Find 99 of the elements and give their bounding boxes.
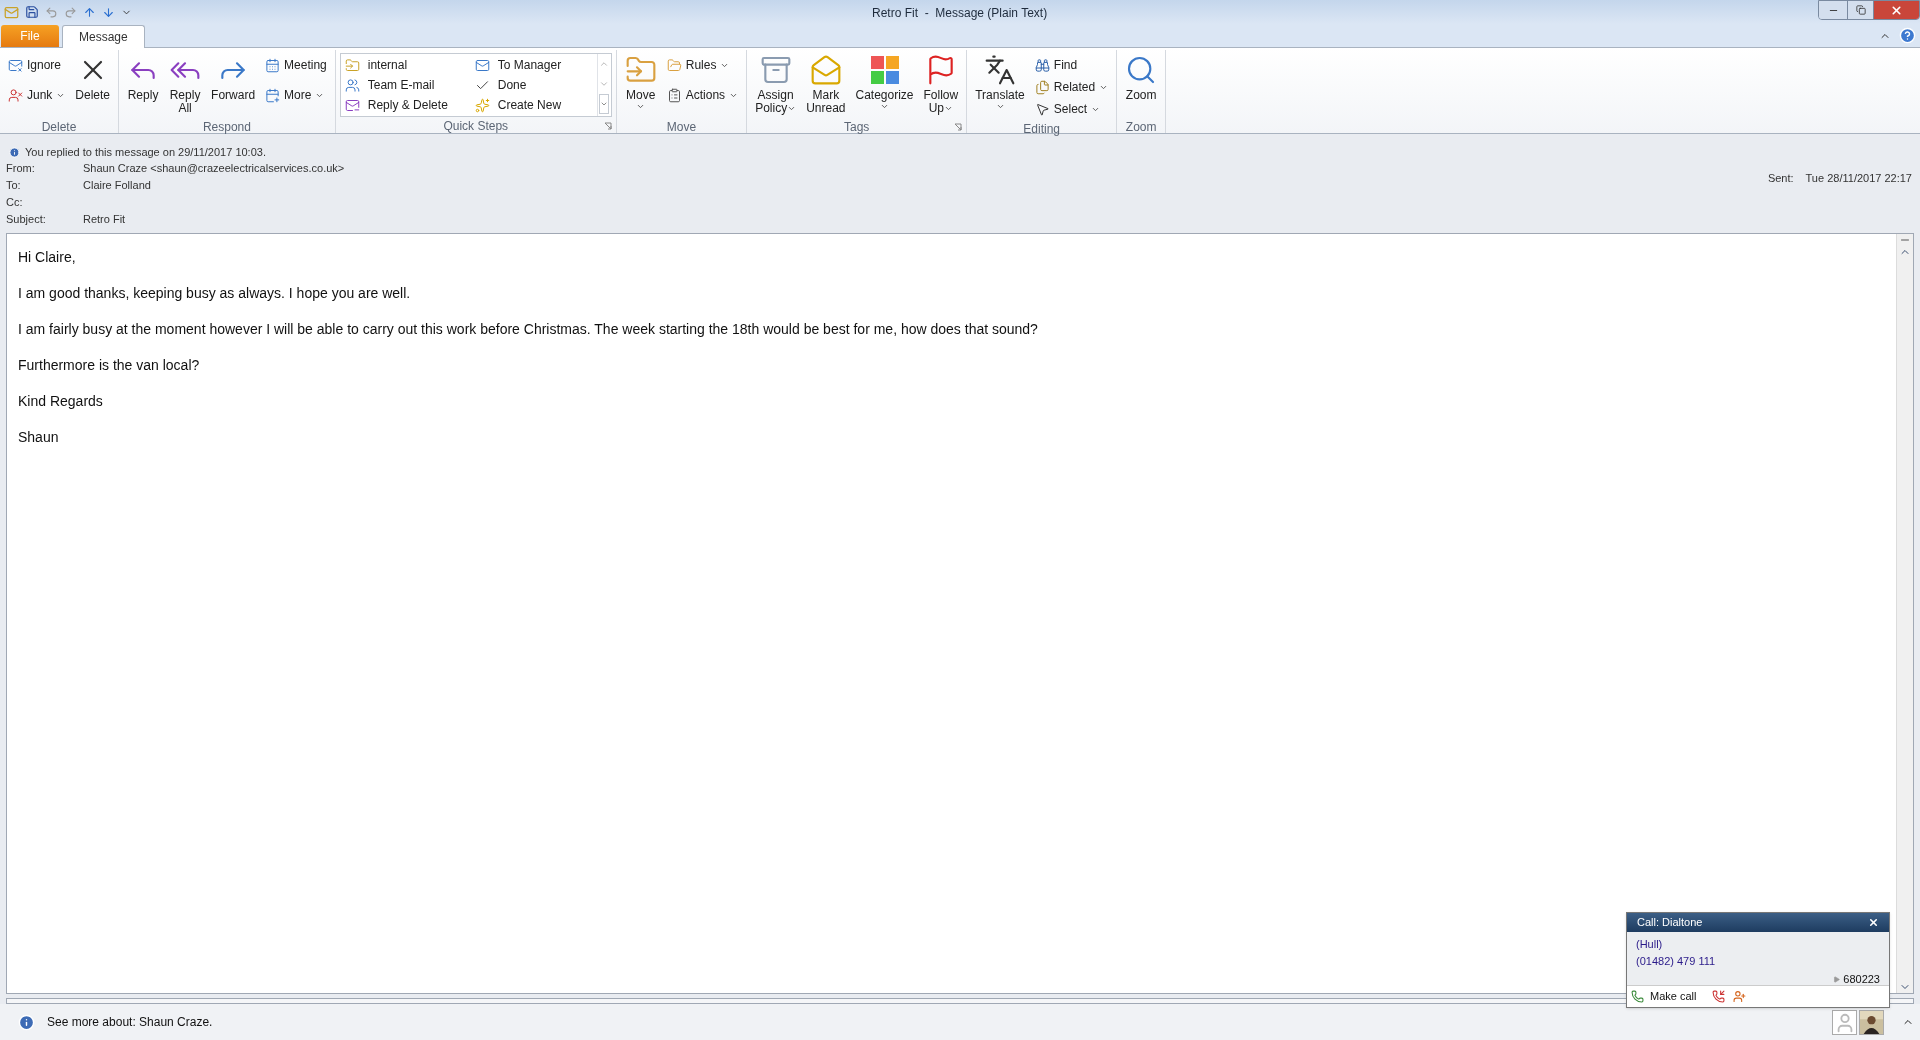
- group-label: Editing: [1023, 121, 1061, 138]
- field-value: Shaun Craze <shaun@crazeelectricalservices.co.uk>: [83, 161, 345, 177]
- color-squares-icon: [868, 54, 901, 86]
- body-paragraph: Hi Claire,: [18, 250, 77, 264]
- ribbon-button[interactable]: Categorize: [851, 50, 918, 118]
- ribbon-button[interactable]: Reply: [123, 50, 164, 118]
- group-label: Tags: [844, 119, 870, 136]
- field-value: Retro Fit: [83, 212, 126, 228]
- calendar-icon: [265, 87, 281, 103]
- envelope-icon: [474, 57, 490, 73]
- binoculars-icon: [1034, 57, 1050, 73]
- body-paragraph: Furthermore is the van local?: [18, 358, 201, 372]
- arrow-up-icon[interactable]: [83, 5, 96, 19]
- group-label: Zoom: [1125, 119, 1157, 136]
- field-value: Tue 28/11/2017 22:17: [1805, 171, 1912, 186]
- call-number: (01482) 479 111: [1636, 953, 1717, 969]
- ribbon-button[interactable]: Translate: [971, 50, 1029, 118]
- envelope-icon: [344, 97, 360, 113]
- field-label: Subject:: [6, 212, 47, 228]
- ribbon-button[interactable]: Forward: [207, 50, 260, 118]
- make-call-button[interactable]: Make call: [1631, 988, 1697, 1005]
- quick-step-item[interactable]: Done: [474, 75, 593, 95]
- info-icon: [9, 146, 20, 158]
- ribbon-button[interactable]: Reply All: [165, 50, 206, 118]
- status-text: See more about: Shaun Craze.: [47, 1014, 213, 1031]
- group-label: Delete: [41, 119, 77, 136]
- documents-icon: [1034, 79, 1050, 95]
- ribbon-button[interactable]: Rules: [662, 54, 743, 76]
- caret-icon: [880, 102, 889, 111]
- cabinet-icon: [759, 54, 792, 86]
- pointer-icon: [1034, 101, 1050, 117]
- people-icon: [344, 77, 360, 93]
- ribbon-button[interactable]: Mark Unread: [802, 50, 850, 118]
- group-label: Move: [666, 119, 697, 136]
- field-label: Cc:: [6, 195, 24, 211]
- save-icon[interactable]: [25, 5, 39, 19]
- group-label: Quick Steps: [443, 118, 509, 135]
- restore-button[interactable]: [1847, 1, 1873, 19]
- ribbon-button[interactable]: Junk: [4, 84, 70, 106]
- undo-icon[interactable]: [45, 5, 58, 19]
- ribbon-button[interactable]: Assign Policy: [751, 50, 801, 118]
- call-extension: 680223: [1843, 972, 1880, 987]
- close-icon: [1890, 3, 1903, 17]
- ribbon-button[interactable]: Actions: [662, 84, 743, 106]
- group-label: Respond: [202, 119, 251, 136]
- body-paragraph: I am good thanks, keeping busy as always. I hope you are well.: [18, 286, 412, 300]
- caret-icon: [636, 102, 646, 111]
- field-label: Sent:: [1767, 171, 1794, 186]
- ribbon-button[interactable]: More: [261, 84, 331, 106]
- field-label: From:: [6, 161, 36, 177]
- body-paragraph: Shaun: [18, 430, 60, 444]
- quick-step-item[interactable]: Reply & Delete: [344, 95, 463, 115]
- ribbon-button[interactable]: Select: [1030, 98, 1113, 120]
- ribbon-button[interactable]: Related: [1030, 76, 1113, 98]
- window-title: Retro Fit - Message (Plain Text): [872, 5, 1048, 22]
- quick-step-item[interactable]: internal: [344, 55, 463, 75]
- folder-icon: [666, 57, 682, 73]
- translate-icon: [984, 54, 1016, 86]
- folder-icon: [344, 57, 360, 73]
- body-paragraph: I am fairly busy at the moment however I will be able to carry out this work before Christmas. The week starting the 18th would be best for me, how does that sound?: [18, 322, 1039, 336]
- field-label: To:: [6, 178, 22, 194]
- info-icon: [18, 1013, 35, 1031]
- ribbon-button[interactable]: Move: [620, 50, 661, 118]
- person-blocked-icon: [8, 87, 23, 103]
- field-value: Claire Folland: [83, 178, 151, 194]
- quick-step-item[interactable]: Team E-mail: [344, 75, 463, 95]
- envelope-icon: [809, 54, 842, 86]
- call-location: (Hull): [1636, 937, 1664, 952]
- arrow-icon: [1833, 975, 1841, 983]
- body-paragraph: Kind Regards: [18, 394, 104, 408]
- phone-icon: [1631, 990, 1644, 1003]
- reply-info: You replied to this message on 29/11/2017 10:03.: [25, 144, 266, 160]
- ribbon-tab[interactable]: Message: [62, 25, 145, 48]
- quick-step-item[interactable]: To Manager: [474, 55, 593, 75]
- redo-icon[interactable]: [64, 5, 77, 19]
- restore-icon: [1855, 5, 1866, 15]
- ribbon-button[interactable]: Ignore: [4, 54, 70, 76]
- ribbon-button[interactable]: Follow Up: [919, 50, 963, 118]
- envelope-icon: [4, 4, 19, 20]
- sparkle-icon: [474, 97, 490, 113]
- popup-title: Call: Dialtone: [1637, 915, 1703, 931]
- clipboard-icon: [666, 87, 682, 103]
- ribbon-button[interactable]: Delete: [71, 50, 115, 118]
- calendar-icon: [265, 57, 281, 73]
- quick-step-item[interactable]: Create New: [474, 95, 593, 115]
- ribbon-button[interactable]: Find: [1030, 54, 1113, 76]
- envelope-x-icon: [8, 57, 23, 73]
- caret-icon: [995, 102, 1005, 111]
- ribbon-button[interactable]: Zoom: [1121, 50, 1162, 118]
- arrow-down-icon[interactable]: [102, 5, 115, 19]
- close-button[interactable]: [1873, 1, 1919, 19]
- person-icon[interactable]: [1733, 990, 1747, 1003]
- dialog-launcher-icon[interactable]: [603, 122, 612, 130]
- close-icon[interactable]: [1868, 917, 1879, 928]
- ribbon-button[interactable]: Meeting: [261, 54, 331, 76]
- dialog-launcher-icon[interactable]: [954, 123, 963, 131]
- phone-icon[interactable]: [1712, 990, 1726, 1003]
- help-icon[interactable]: [1899, 27, 1916, 44]
- gallery-more-icon[interactable]: [599, 94, 610, 114]
